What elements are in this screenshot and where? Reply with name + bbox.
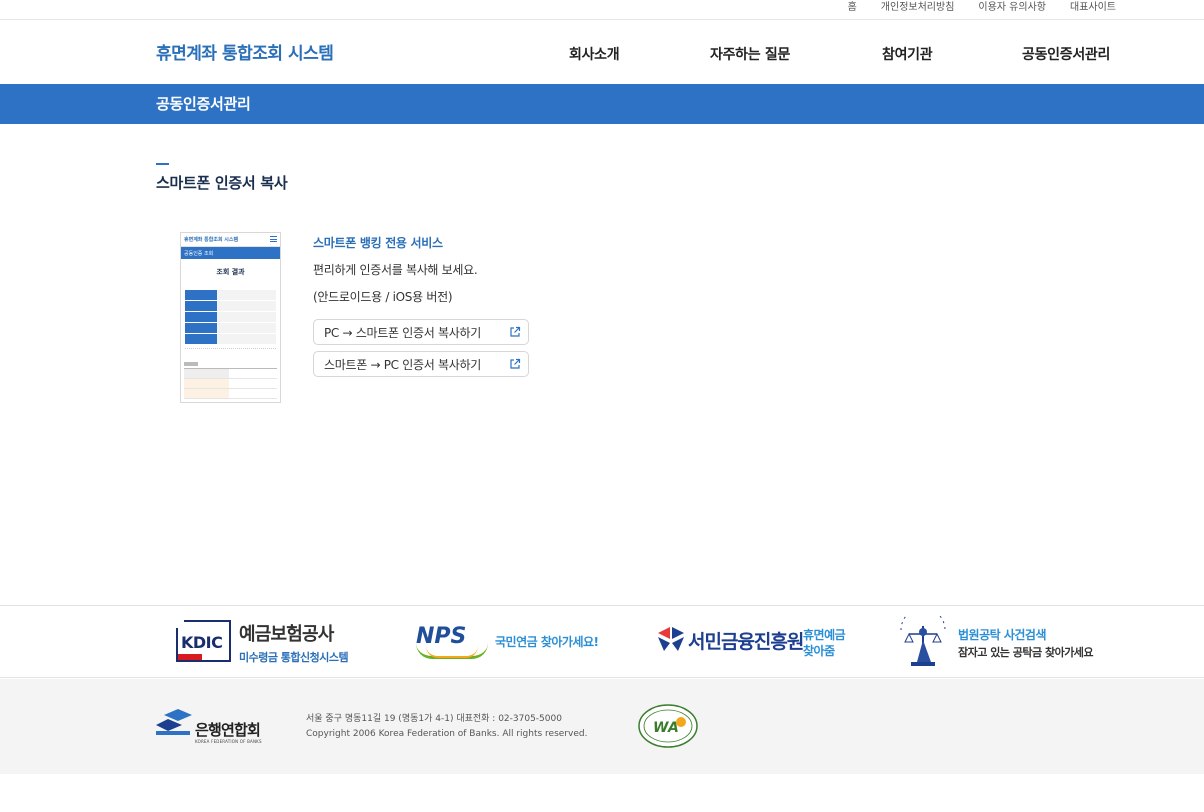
kfb-name: 은행연합회 <box>195 721 261 739</box>
nav-item-institutions[interactable]: 참여기관 <box>882 44 933 64</box>
nps-logo-arc <box>426 646 478 658</box>
util-link-main-site[interactable]: 대표사이트 <box>1070 1 1116 15</box>
site-footer: 은행연합회 KOREA FEDERATION OF BANKS 서울 중구 명동… <box>0 679 1204 774</box>
kfb-english-name: KOREA FEDERATION OF BANKS <box>195 739 262 744</box>
phone-preview-label <box>184 362 198 366</box>
kdic-logo-text: KDIC <box>181 633 223 652</box>
nav-item-faq[interactable]: 자주하는 질문 <box>710 44 790 64</box>
util-link-privacy[interactable]: 개인정보처리방침 <box>881 1 955 15</box>
phone-preview-subtext <box>181 279 280 284</box>
kdic-subtitle: 미수령금 통합신청시스템 <box>239 651 349 664</box>
external-link-icon <box>510 326 521 337</box>
main-nav: 회사소개 자주하는 질문 참여기관 공동인증서관리 <box>0 44 1204 64</box>
court-text-title: 법원공탁 사건검색 <box>958 628 1047 642</box>
svg-text:WA: WA <box>653 720 679 736</box>
phone-preview-header: 휴면계좌 통합조회 시스템 <box>181 233 280 247</box>
footer-address: 서울 중구 명동11길 19 (명동1가 4-1) 대표전화 : 02-3705… <box>306 714 562 724</box>
kinfa-logo-icon <box>658 627 684 651</box>
phone-preview-result-title: 조회 결과 <box>216 268 245 276</box>
web-accessibility-mark: WA <box>638 704 698 748</box>
section-banner: 공동인증서관리 <box>0 84 1204 124</box>
phone-preview-row <box>185 290 276 300</box>
pc-to-phone-copy-button[interactable]: PC → 스마트폰 인증서 복사하기 <box>313 319 529 345</box>
kinfa-text-line1: 휴면예금 <box>803 628 846 642</box>
main-content: 스마트폰 인증서 복사 휴면계좌 통합조회 시스템 공동인증 조회 조회 결과 … <box>0 124 1204 606</box>
nav-item-certificate[interactable]: 공동인증서관리 <box>1022 44 1110 64</box>
pc-to-phone-copy-label: PC → 스마트폰 인증서 복사하기 <box>324 326 481 340</box>
phone-preview-image: 휴면계좌 통합조회 시스템 공동인증 조회 조회 결과 <box>180 232 281 403</box>
phone-preview-note <box>185 348 276 356</box>
kdic-name: 예금보험공사 <box>239 624 334 645</box>
service-description: 편리하게 인증서를 복사해 보세요. <box>313 263 478 277</box>
external-link-icon <box>510 358 521 369</box>
phone-to-pc-copy-button[interactable]: 스마트폰 → PC 인증서 복사하기 <box>313 351 529 377</box>
service-title: 스마트폰 뱅킹 전용 서비스 <box>313 236 443 250</box>
section-banner-title: 공동인증서관리 <box>156 95 251 113</box>
court-justice-icon <box>900 616 946 666</box>
phone-preview-row <box>185 334 276 344</box>
util-link-home[interactable]: 홈 <box>848 1 857 15</box>
phone-preview-row <box>185 312 276 322</box>
kdic-logo: KDIC <box>176 620 231 662</box>
phone-to-pc-copy-label: 스마트폰 → PC 인증서 복사하기 <box>324 358 481 372</box>
nav-item-company[interactable]: 회사소개 <box>569 44 620 64</box>
footer-copyright: Copyright 2006 Korea Federation of Banks… <box>306 729 588 739</box>
phone-preview-grid <box>184 368 277 399</box>
utility-bar: 홈 개인정보처리방침 이용자 유의사항 대표사이트 <box>0 0 1204 20</box>
partner-banners: KDIC 예금보험공사 미수령금 통합신청시스템 NPS 국민연금 찾아가세요!… <box>0 605 1204 678</box>
phone-preview-title: 휴면계좌 통합조회 시스템 <box>184 237 239 243</box>
kinfa-text-line2: 찾아줌 <box>803 644 835 658</box>
title-accent-line <box>156 163 169 165</box>
phone-preview-table <box>185 290 276 344</box>
page-title: 스마트폰 인증서 복사 <box>156 174 288 192</box>
phone-preview-row <box>185 323 276 333</box>
utility-nav: 홈 개인정보처리방침 이용자 유의사항 대표사이트 <box>824 1 1116 15</box>
service-note: (안드로이드용 / iOS용 버전) <box>313 290 453 304</box>
site-header: 휴면계좌 통합조회 시스템 회사소개 자주하는 질문 참여기관 공동인증서관리 <box>0 20 1204 84</box>
nps-text: 국민연금 찾아가세요! <box>495 635 599 649</box>
kinfa-name: 서민금융진흥원 <box>688 631 804 653</box>
phone-preview-row <box>185 301 276 311</box>
phone-preview-band: 공동인증 조회 <box>181 247 280 259</box>
hamburger-icon <box>270 236 277 242</box>
court-text-subtitle: 잠자고 있는 공탁금 찾아가세요 <box>958 646 1094 659</box>
util-link-notice[interactable]: 이용자 유의사항 <box>978 1 1046 15</box>
